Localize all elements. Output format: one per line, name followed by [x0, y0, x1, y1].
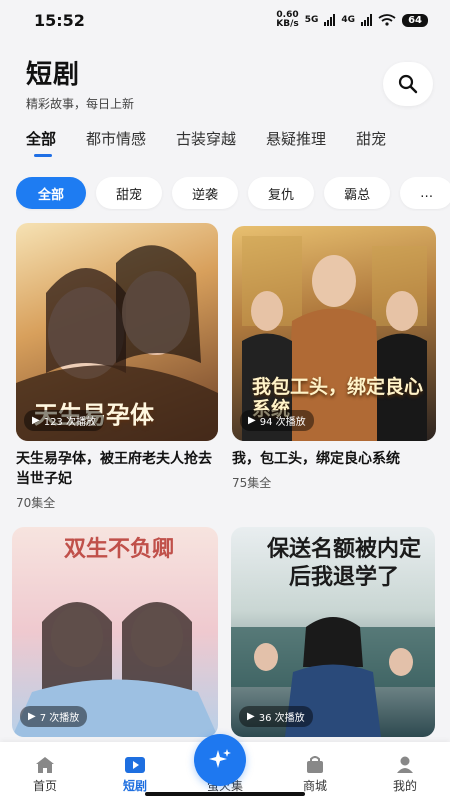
nav-label: 短剧: [122, 779, 147, 793]
drama-poster[interactable]: 我包工头，绑定良心系统 ▶ 94 次播放: [232, 226, 436, 441]
chip-more[interactable]: …: [400, 177, 450, 209]
home-icon: [36, 757, 54, 773]
status-icons: 0.60 KB/s 5G 4G 64: [276, 11, 428, 29]
play-count: ▶ 7 次播放: [20, 706, 88, 727]
filter-chips: 全部 甜宠 逆袭 复仇 霸总 …: [16, 177, 450, 211]
battery-indicator: 64: [402, 13, 428, 27]
tab-sweet[interactable]: 甜宠: [356, 128, 386, 158]
nav-label: 首页: [32, 779, 57, 793]
net-speed: 0.60 KB/s: [276, 10, 299, 29]
network-5g-label: 5G: [304, 15, 319, 25]
tab-all[interactable]: 全部: [26, 128, 56, 158]
drama-card[interactable]: 天生易孕体 ▶ 123 次播放 天生易孕体，被王府老夫人抢去当世子妃 70集全: [16, 223, 218, 511]
page-header: 短剧 精彩故事，每日上新: [26, 54, 134, 112]
search-icon: [398, 74, 418, 94]
signal-icon: [324, 14, 336, 26]
page-title: 短剧: [26, 60, 81, 90]
play-icon: [125, 757, 145, 773]
chip-revenge[interactable]: 复仇: [248, 177, 315, 209]
episode-count: 75集全: [232, 476, 272, 490]
nav-label: 商城: [302, 779, 327, 793]
user-icon: [397, 756, 413, 773]
chip-ceo[interactable]: 霸总: [324, 177, 391, 209]
drama-card[interactable]: 保送名额被内定后我退学了 ▶ 36 次播放: [231, 527, 435, 737]
nav-profile[interactable]: 我的: [370, 756, 440, 794]
episode-count: 70集全: [16, 496, 56, 510]
page-subtitle: 精彩故事，每日上新: [26, 97, 135, 111]
category-tabs: 全部 都市情感 古装穿越 悬疑推理 甜宠: [26, 128, 450, 168]
drama-poster[interactable]: 天生易孕体 ▶ 123 次播放: [16, 223, 218, 441]
nav-shop[interactable]: 商城: [280, 756, 350, 794]
tab-mystery[interactable]: 悬疑推理: [266, 128, 326, 158]
poster-title-art: 保送名额被内定后我退学了: [266, 536, 421, 590]
nav-short-drama[interactable]: 短剧: [100, 756, 170, 794]
play-count: ▶ 36 次播放: [239, 706, 313, 727]
poster-title-art: 双生不负卿: [64, 536, 175, 562]
drama-card[interactable]: 双生不负卿 ▶ 7 次播放: [12, 527, 218, 737]
chip-comeback[interactable]: 逆袭: [172, 177, 239, 209]
home-indicator: [145, 792, 305, 796]
chip-sweet[interactable]: 甜宠: [96, 177, 163, 209]
drama-poster[interactable]: 双生不负卿 ▶ 7 次播放: [12, 527, 218, 737]
search-button[interactable]: [383, 62, 433, 106]
play-small-icon: ▶: [248, 415, 256, 426]
signal-icon-2: [361, 14, 373, 26]
wifi-icon: [378, 14, 396, 26]
network-4g-label: 4G: [341, 15, 356, 25]
status-bar: 15:52 0.60 KB/s 5G 4G 64: [0, 0, 450, 40]
nav-label: 我的: [392, 779, 417, 793]
play-count: ▶ 123 次播放: [24, 410, 104, 431]
drama-poster[interactable]: 保送名额被内定后我退学了 ▶ 36 次播放: [231, 527, 435, 737]
play-small-icon: ▶: [247, 711, 255, 722]
chip-all[interactable]: 全部: [16, 177, 87, 209]
status-time: 15:52: [34, 10, 85, 30]
drama-card[interactable]: 我包工头，绑定良心系统 ▶ 94 次播放 我，包工头，绑定良心系统 75集全: [232, 226, 436, 491]
shop-icon: [307, 756, 323, 773]
drama-title[interactable]: 天生易孕体，被王府老夫人抢去当世子妃: [16, 449, 218, 489]
drama-title[interactable]: 我，包工头，绑定良心系统: [232, 449, 436, 469]
play-count: ▶ 94 次播放: [240, 410, 314, 431]
tab-historical[interactable]: 古装穿越: [176, 128, 236, 158]
nav-home[interactable]: 首页: [10, 756, 80, 794]
play-small-icon: ▶: [28, 711, 36, 722]
firefly-fab-button[interactable]: [194, 734, 246, 786]
tab-urban-romance[interactable]: 都市情感: [86, 128, 146, 158]
sparkle-icon: [209, 749, 231, 768]
play-small-icon: ▶: [32, 415, 40, 426]
